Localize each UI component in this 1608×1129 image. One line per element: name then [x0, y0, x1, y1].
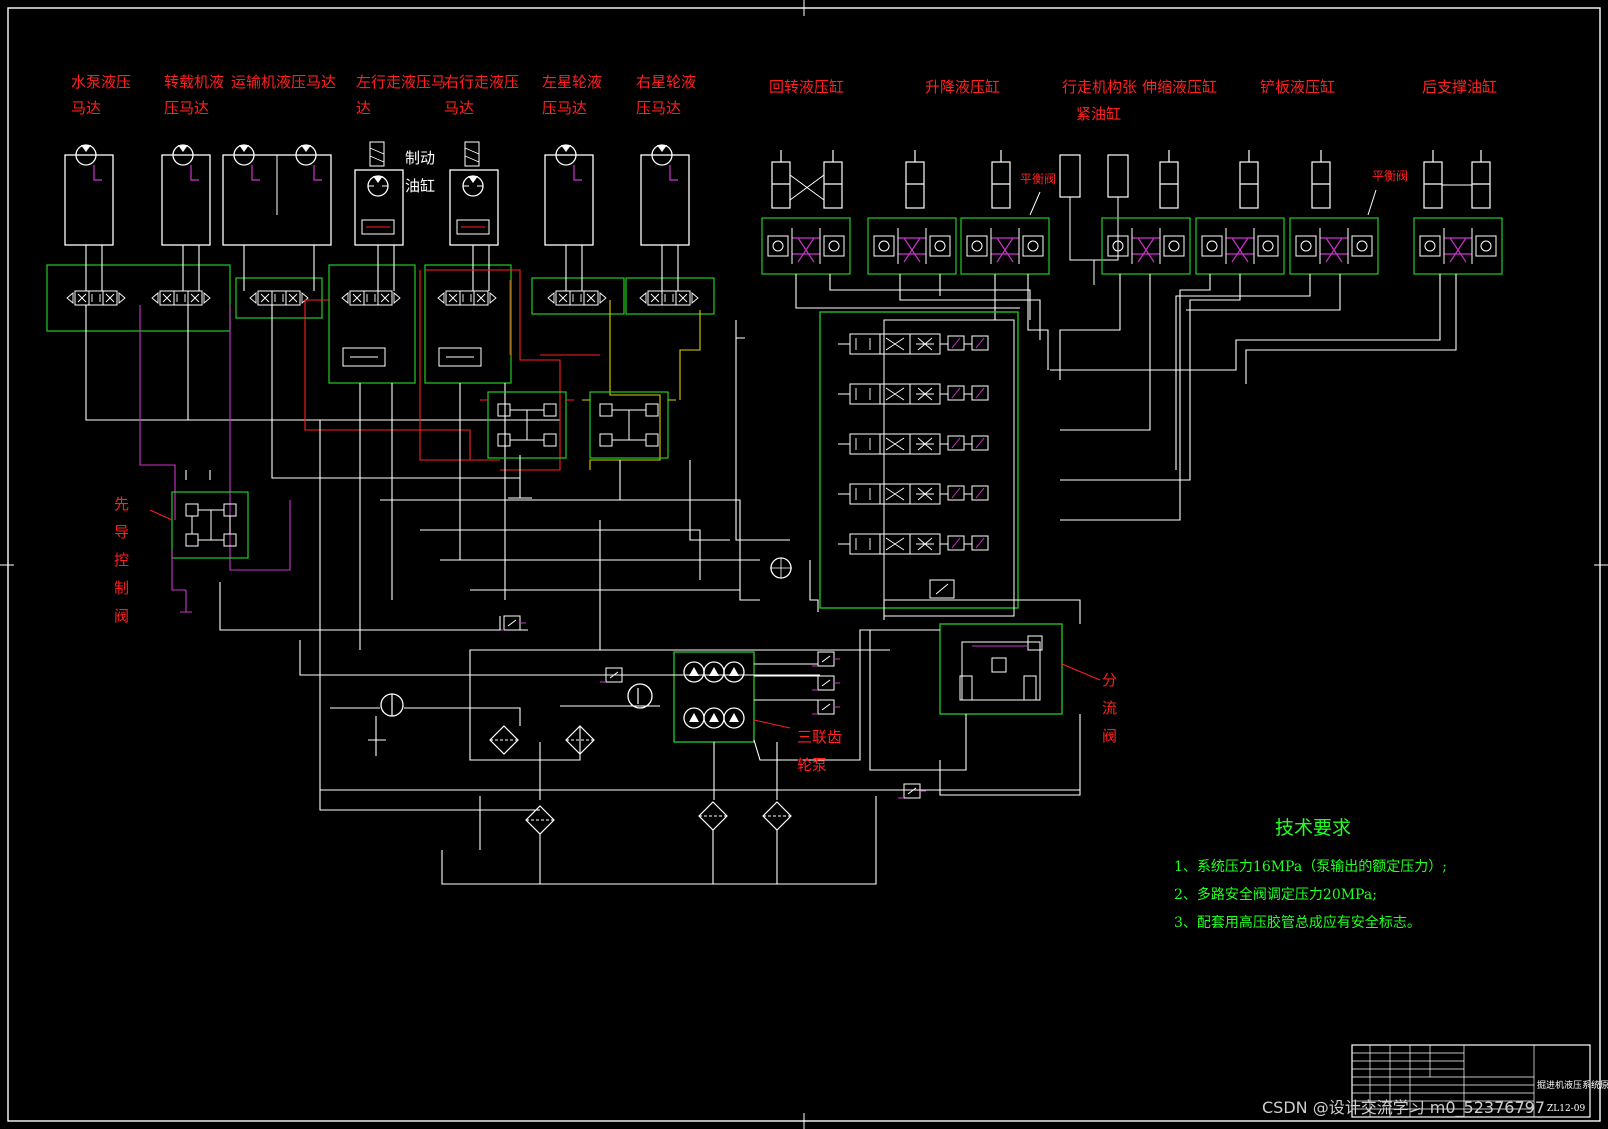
label-right-planet-2: 压马达	[636, 99, 681, 117]
label-tension-1: 行走机构张	[1062, 78, 1137, 96]
tech-item-1: 1、系统压力16MPa（泵输出的额定压力）;	[1174, 859, 1447, 875]
label-right-travel-2: 马达	[444, 99, 474, 117]
title-block-code: ZL12-09	[1547, 1104, 1585, 1114]
multiway-valve-block	[819, 311, 1019, 617]
cylinder-tension	[1059, 154, 1129, 285]
label-rear-support-cylinder: 后支撑油缸	[1422, 78, 1497, 96]
hydraulic-schematic: 水泵液压 马达 转载机液 压马达 运输机液压马达 左行走液压马 达 右行走液压 …	[0, 0, 1608, 1129]
label-rotary-cylinder: 回转液压缸	[769, 78, 844, 96]
valve-bank-motors	[46, 264, 715, 384]
label-telescopic-cylinder: 伸缩液压缸	[1142, 78, 1217, 96]
motor-conveyor	[222, 144, 332, 246]
label-right-travel-1: 右行走液压	[444, 73, 519, 91]
cylinder-lines	[795, 274, 1457, 521]
label-triple-pump-2: 轮泵	[797, 756, 827, 774]
main-lines	[185, 420, 1081, 885]
triple-gear-pump	[627, 651, 791, 743]
drawing-frame	[0, 0, 1608, 1129]
label-brake-1: 制动	[405, 149, 435, 167]
motor-water-pump	[64, 144, 114, 246]
relief-valves	[497, 615, 927, 799]
cylinder-shovel	[1195, 149, 1379, 275]
label-balance-valve-2: 平衡阀	[1372, 169, 1408, 183]
label-right-planet-1: 右星轮液	[636, 73, 696, 91]
label-pilot-2: 导	[114, 523, 129, 541]
label-left-planet-1: 左星轮液	[542, 73, 602, 91]
motor-loader	[161, 144, 211, 246]
cylinder-rotary	[761, 149, 851, 275]
aux-pumps	[380, 557, 792, 717]
label-left-planet-2: 压马达	[542, 99, 587, 117]
label-loader-1: 转载机液	[164, 73, 224, 91]
label-loader-2: 压马达	[164, 99, 209, 117]
title-block-name: 掘进机液压系统原理图	[1537, 1079, 1608, 1091]
motor-lines	[85, 245, 790, 640]
watermark: CSDN @设计交流学习 m0_52376797	[1262, 1098, 1545, 1118]
pilot-control-valve	[149, 491, 249, 613]
label-pilot-3: 控	[114, 551, 129, 569]
label-triple-pump-1: 三联齿	[797, 728, 842, 746]
label-tension-2: 紧油缸	[1076, 105, 1121, 123]
label-brake-2: 油缸	[405, 177, 435, 195]
label-water-pump-1: 水泵液压	[71, 73, 131, 91]
motor-right-travel	[449, 141, 499, 246]
motor-left-travel	[354, 141, 404, 246]
cylinder-telescopic	[1101, 149, 1191, 275]
label-flow-divider-1: 分	[1102, 671, 1117, 689]
label-conveyor: 运输机液压马达	[231, 73, 336, 91]
label-shovel-cylinder: 铲板液压缸	[1260, 78, 1335, 96]
tech-title: 技术要求	[1275, 817, 1351, 839]
cylinder-lift	[867, 149, 1050, 275]
label-pilot-1: 先	[114, 495, 129, 513]
label-pilot-5: 阀	[114, 607, 129, 625]
tech-item-2: 2、多路安全阀调定压力20MPa;	[1174, 886, 1377, 903]
label-balance-valve-1: 平衡阀	[1020, 172, 1056, 186]
motor-right-planet	[640, 144, 690, 246]
label-flow-divider-2: 流	[1102, 699, 1117, 717]
component-labels: 水泵液压 马达 转载机液 压马达 运输机液压马达 左行走液压马 达 右行走液压 …	[71, 73, 1497, 774]
cylinder-rear-support	[1413, 149, 1503, 275]
planet-valve-blocks	[480, 391, 676, 459]
label-left-travel-2: 达	[356, 99, 371, 117]
tech-item-3: 3、配套用高压胶管总成应有安全标志。	[1174, 914, 1421, 931]
label-flow-divider-3: 阀	[1102, 727, 1117, 745]
label-pilot-4: 制	[114, 579, 129, 597]
label-water-pump-2: 马达	[71, 99, 101, 117]
technical-requirements: 技术要求 1、系统压力16MPa（泵输出的额定压力）; 2、多路安全阀调定压力2…	[1174, 817, 1447, 931]
flow-divider-valve	[939, 623, 1101, 715]
label-lift-cylinder: 升降液压缸	[925, 78, 1000, 96]
motor-left-planet	[544, 144, 594, 246]
label-left-travel-1: 左行走液压马	[356, 73, 446, 91]
